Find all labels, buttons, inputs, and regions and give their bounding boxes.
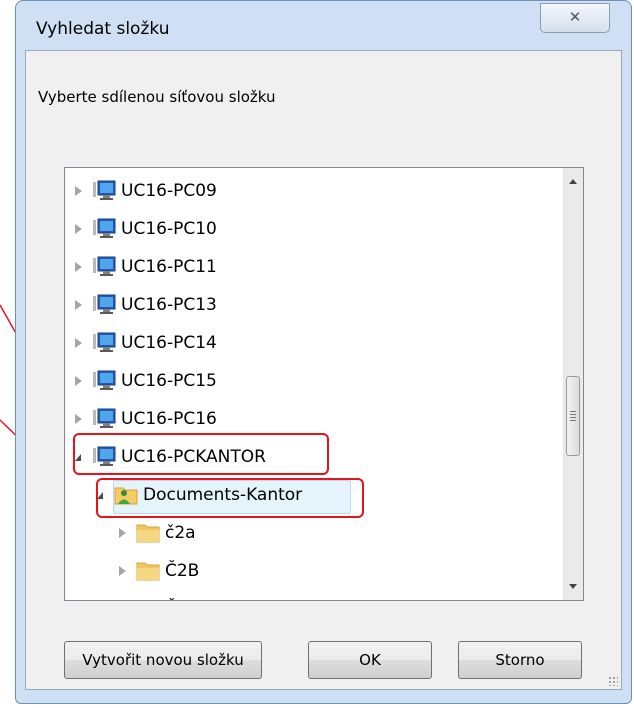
highlight-box-share: [96, 478, 364, 518]
tree-item[interactable]: č2a: [65, 516, 555, 552]
instruction-text: Vyberte sdílenou síťovou složku: [38, 88, 276, 106]
expand-arrow-icon[interactable]: [75, 300, 82, 310]
cancel-button[interactable]: Storno: [458, 641, 582, 679]
tree-item-label: UC16-PC11: [121, 257, 217, 277]
tree-item[interactable]: UC16-PC11: [65, 250, 555, 286]
tree-item[interactable]: UC16-PC14: [65, 326, 555, 362]
ok-button[interactable]: OK: [308, 641, 432, 679]
expand-arrow-icon[interactable]: [75, 262, 82, 272]
tree-item-label: Č2B: [165, 561, 200, 581]
expand-arrow-icon[interactable]: [119, 566, 126, 576]
new-folder-button[interactable]: Vytvořit novou složku: [64, 641, 262, 679]
expand-arrow-icon[interactable]: [75, 338, 82, 348]
tree-item-label: Č2A 2013-14: [165, 599, 276, 600]
close-icon: ✕: [568, 8, 582, 26]
highlight-box-computer: [73, 433, 329, 475]
tree-item-label: UC16-PC14: [121, 333, 217, 353]
dialog-body: Vyberte sdílenou síťovou složku UC16-PC0…: [25, 50, 622, 690]
folder-icon: [135, 597, 161, 600]
expand-arrow-icon[interactable]: [75, 376, 82, 386]
computer-icon: [91, 331, 117, 355]
tree-item-label: č2a: [165, 523, 196, 543]
computer-icon: [91, 369, 117, 393]
tree-item[interactable]: UC16-PC10: [65, 212, 555, 248]
computer-icon: [91, 407, 117, 431]
close-button[interactable]: ✕: [540, 3, 610, 33]
tree-item-label: UC16-PC10: [121, 219, 217, 239]
computer-icon: [91, 293, 117, 317]
scroll-up-icon[interactable]: [569, 179, 577, 184]
expand-arrow-icon[interactable]: [75, 414, 82, 424]
folder-icon: [135, 521, 161, 545]
expand-arrow-icon[interactable]: [75, 186, 82, 196]
tree-item-label: UC16-PC15: [121, 371, 217, 391]
tree-item[interactable]: UC16-PC09: [65, 174, 555, 210]
folder-tree[interactable]: UC16-PC09 UC16-PC10 UC16-PC11 UC16-PC13 UC16…: [64, 167, 584, 601]
scrollbar-thumb[interactable]: [566, 376, 580, 456]
scroll-down-icon[interactable]: [569, 584, 577, 589]
tree-item-label: UC16-PC09: [121, 181, 217, 201]
expand-arrow-icon[interactable]: [75, 224, 82, 234]
vertical-scrollbar[interactable]: [563, 168, 583, 600]
computer-icon: [91, 255, 117, 279]
tree-item[interactable]: Č2B: [65, 554, 555, 590]
tree-item[interactable]: Č2A 2013-14: [65, 592, 555, 600]
dialog-title: Vyhledat složku: [36, 19, 170, 39]
expand-arrow-icon[interactable]: [119, 528, 126, 538]
tree-item-label: UC16-PC13: [121, 295, 217, 315]
browse-folder-dialog: Vyhledat složku ✕ Vyberte sdílenou síťov…: [15, 0, 632, 704]
computer-icon: [91, 179, 117, 203]
computer-icon: [91, 217, 117, 241]
tree-item[interactable]: UC16-PC15: [65, 364, 555, 400]
tree-item-label: UC16-PC16: [121, 409, 217, 429]
folder-icon: [135, 559, 161, 583]
resize-grip-icon[interactable]: [608, 676, 618, 686]
tree-item[interactable]: UC16-PC13: [65, 288, 555, 324]
